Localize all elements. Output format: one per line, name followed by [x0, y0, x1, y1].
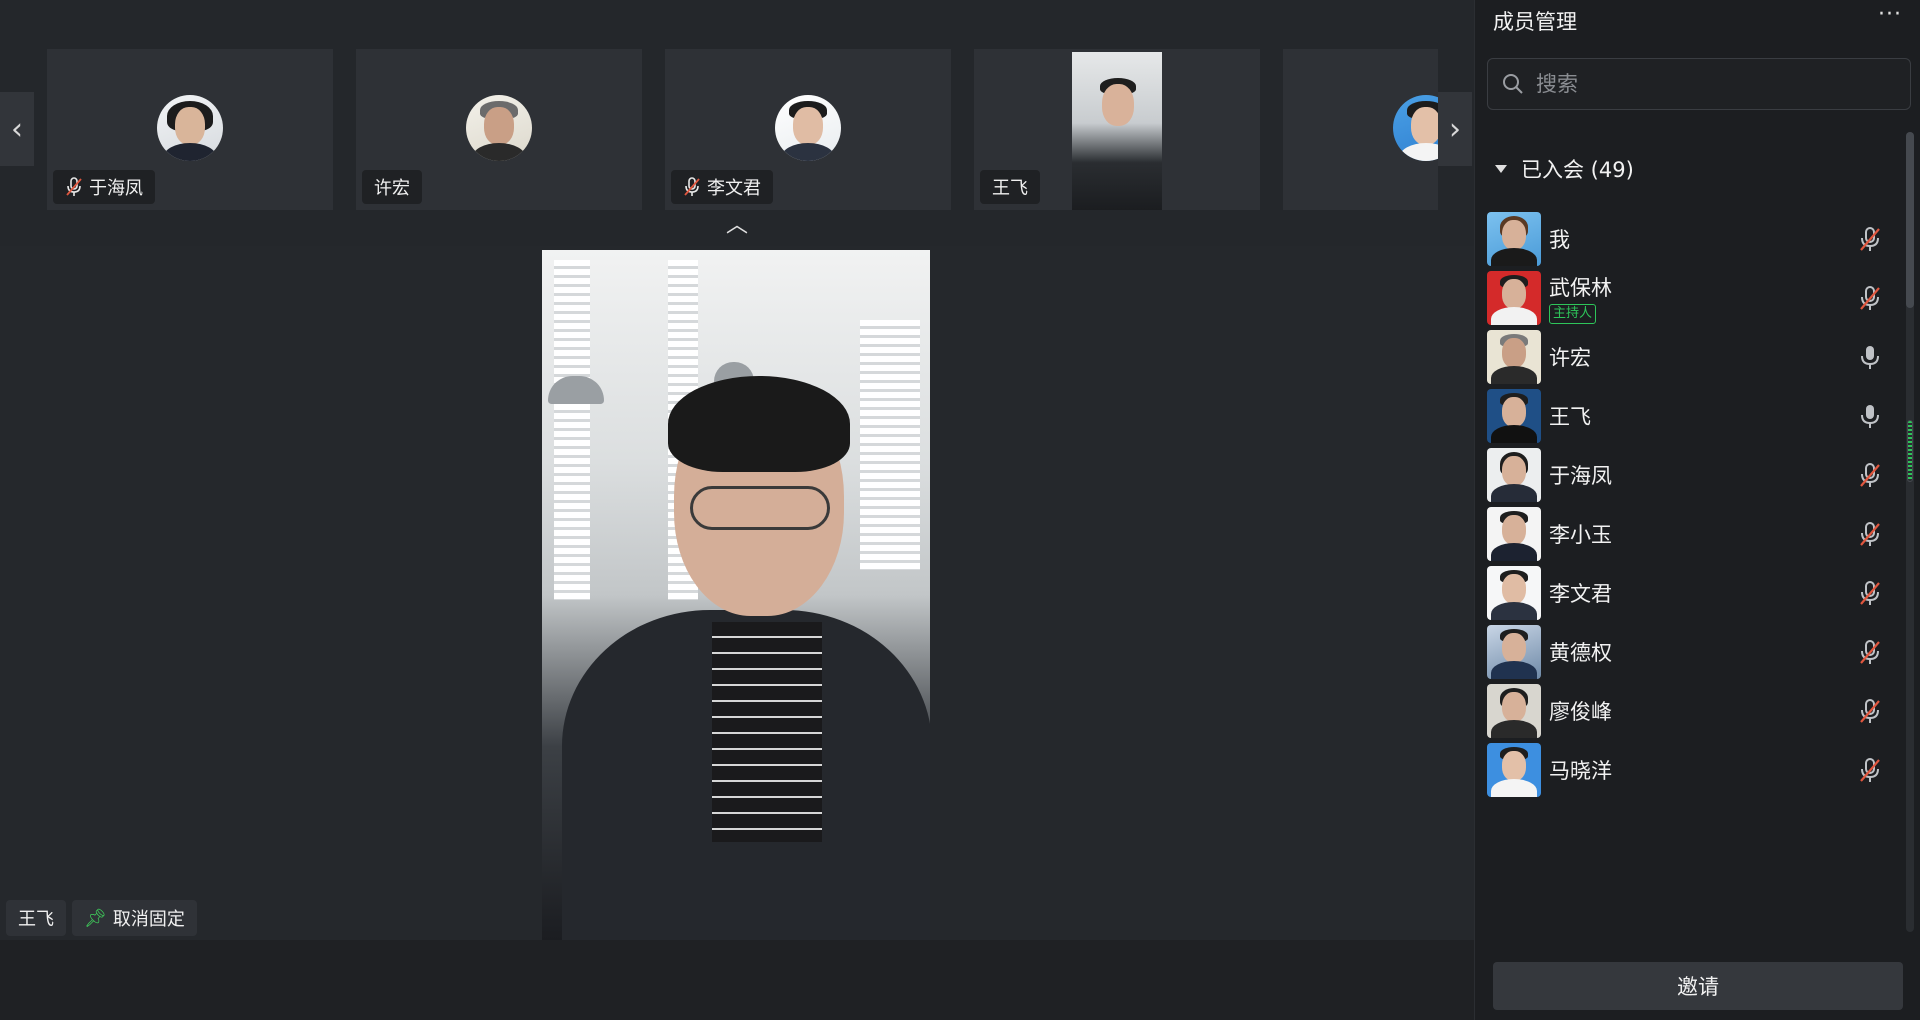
joined-group-toggle[interactable]: 已入会 (49) [1495, 154, 1634, 184]
member-name: 王飞 [1549, 405, 1591, 429]
search-input[interactable] [1536, 72, 1896, 96]
more-options-button[interactable]: ··· [1878, 2, 1902, 27]
mic-off-icon[interactable] [1857, 698, 1883, 724]
tile-name-label: 许宏 [362, 170, 422, 204]
member-row[interactable]: 于海凤 [1487, 444, 1905, 506]
avatar [157, 95, 223, 161]
host-badge: 主持人 [1549, 304, 1597, 324]
speaker-hair [668, 376, 850, 472]
avatar [1487, 389, 1541, 443]
tile-name-label: 李文君 [671, 170, 773, 204]
member-name: 黄德权 [1549, 641, 1612, 665]
mic-off-icon [683, 177, 701, 197]
avatar [1487, 743, 1541, 797]
avatar [466, 95, 532, 161]
tile-name: 许宏 [374, 178, 410, 199]
participant-tile[interactable]: 许宏 [356, 49, 642, 210]
collapse-strip-button[interactable]: ︿ [722, 214, 752, 238]
member-name: 马晓洋 [1549, 759, 1612, 783]
member-name: 许宏 [1549, 346, 1591, 370]
mic-off-icon[interactable] [1857, 580, 1883, 606]
speaker-shirt [712, 622, 822, 842]
avatar [1487, 330, 1541, 384]
speaker-name-chip: 王飞 [6, 900, 66, 936]
avatar [1487, 625, 1541, 679]
participant-tile[interactable] [1283, 49, 1438, 210]
mic-off-icon[interactable] [1857, 757, 1883, 783]
participant-strip: ‹ 于海凤 许宏 李文君 王飞 › ︿ [0, 0, 1474, 246]
mic-off-icon[interactable] [1857, 462, 1883, 488]
unpin-button[interactable]: 📌︎ 取消固定 [72, 900, 197, 936]
chevron-right-icon: › [1449, 111, 1461, 147]
member-row[interactable]: 廖俊峰 [1487, 680, 1905, 742]
member-name: 我 [1549, 228, 1570, 252]
tile-name: 李文君 [707, 178, 761, 199]
member-row[interactable]: 黄德权 [1487, 621, 1905, 683]
tile-name: 于海凤 [89, 178, 143, 199]
search-icon [1503, 74, 1523, 94]
tile-name: 王飞 [992, 178, 1028, 199]
avatar [1487, 448, 1541, 502]
background-window [860, 320, 920, 570]
joined-group-label: 已入会 (49) [1521, 158, 1634, 182]
member-row[interactable]: 李小玉 [1487, 503, 1905, 565]
mic-icon[interactable] [1857, 344, 1883, 370]
avatar [1487, 271, 1541, 325]
caret-down-icon [1495, 165, 1507, 173]
member-row[interactable]: 李文君 [1487, 562, 1905, 624]
member-row[interactable]: 我 [1487, 208, 1905, 270]
strip-next-button[interactable]: › [1438, 92, 1472, 166]
mic-off-icon[interactable] [1857, 285, 1883, 311]
member-row[interactable]: 许宏 [1487, 326, 1905, 388]
audio-level-indicator [1907, 420, 1913, 482]
tile-name-label: 王飞 [980, 170, 1040, 204]
pin-icon: 📌︎ [84, 907, 107, 929]
avatar [1393, 95, 1438, 161]
speaker-glasses [690, 486, 830, 530]
member-panel: 成员管理 ··· 已入会 (49) 我 [1474, 0, 1920, 1020]
scrollbar-thumb[interactable] [1906, 132, 1914, 308]
video-stage: ‹ 于海凤 许宏 李文君 王飞 › ︿ 王飞 📌︎ 取消固定 [0, 0, 1474, 1020]
avatar [1487, 566, 1541, 620]
main-video-view[interactable] [0, 246, 1474, 940]
participant-video [1072, 52, 1162, 210]
speaker-name: 王飞 [18, 909, 54, 930]
member-row[interactable]: 王飞 [1487, 385, 1905, 447]
member-list-scrollbar[interactable] [1906, 132, 1914, 932]
mic-icon[interactable] [1857, 403, 1883, 429]
chevron-up-icon: ︿ [725, 213, 748, 238]
tile-name-label: 于海凤 [53, 170, 155, 204]
unpin-label: 取消固定 [112, 909, 185, 930]
chevron-left-icon: ‹ [11, 111, 23, 147]
member-name: 李文君 [1549, 582, 1612, 606]
strip-prev-button[interactable]: ‹ [0, 92, 34, 166]
background-window [554, 260, 590, 600]
mic-off-icon[interactable] [1857, 521, 1883, 547]
meeting-window: ‹ 于海凤 许宏 李文君 王飞 › ︿ 王飞 📌︎ 取消固定 成员管理 ··· … [0, 0, 1920, 1020]
speaker-video [542, 250, 930, 940]
member-row[interactable]: 马晓洋 [1487, 739, 1905, 801]
mic-off-icon [65, 177, 83, 197]
member-row[interactable]: 武保林 主持人 [1487, 267, 1905, 329]
panel-title: 成员管理 [1493, 10, 1577, 34]
member-name: 于海凤 [1549, 464, 1612, 488]
mic-off-icon[interactable] [1857, 226, 1883, 252]
avatar [1487, 507, 1541, 561]
member-name: 武保林 [1549, 276, 1612, 300]
participant-tile[interactable]: 李文君 [665, 49, 951, 210]
avatar [1487, 684, 1541, 738]
member-search[interactable] [1487, 58, 1911, 110]
participant-tile[interactable]: 王飞 [974, 49, 1260, 210]
invite-button[interactable]: 邀请 [1493, 962, 1903, 1010]
participant-tile[interactable]: 于海凤 [47, 49, 333, 210]
mic-off-icon[interactable] [1857, 639, 1883, 665]
avatar [1487, 212, 1541, 266]
avatar [775, 95, 841, 161]
member-name: 李小玉 [1549, 523, 1612, 547]
member-name: 廖俊峰 [1549, 700, 1612, 724]
